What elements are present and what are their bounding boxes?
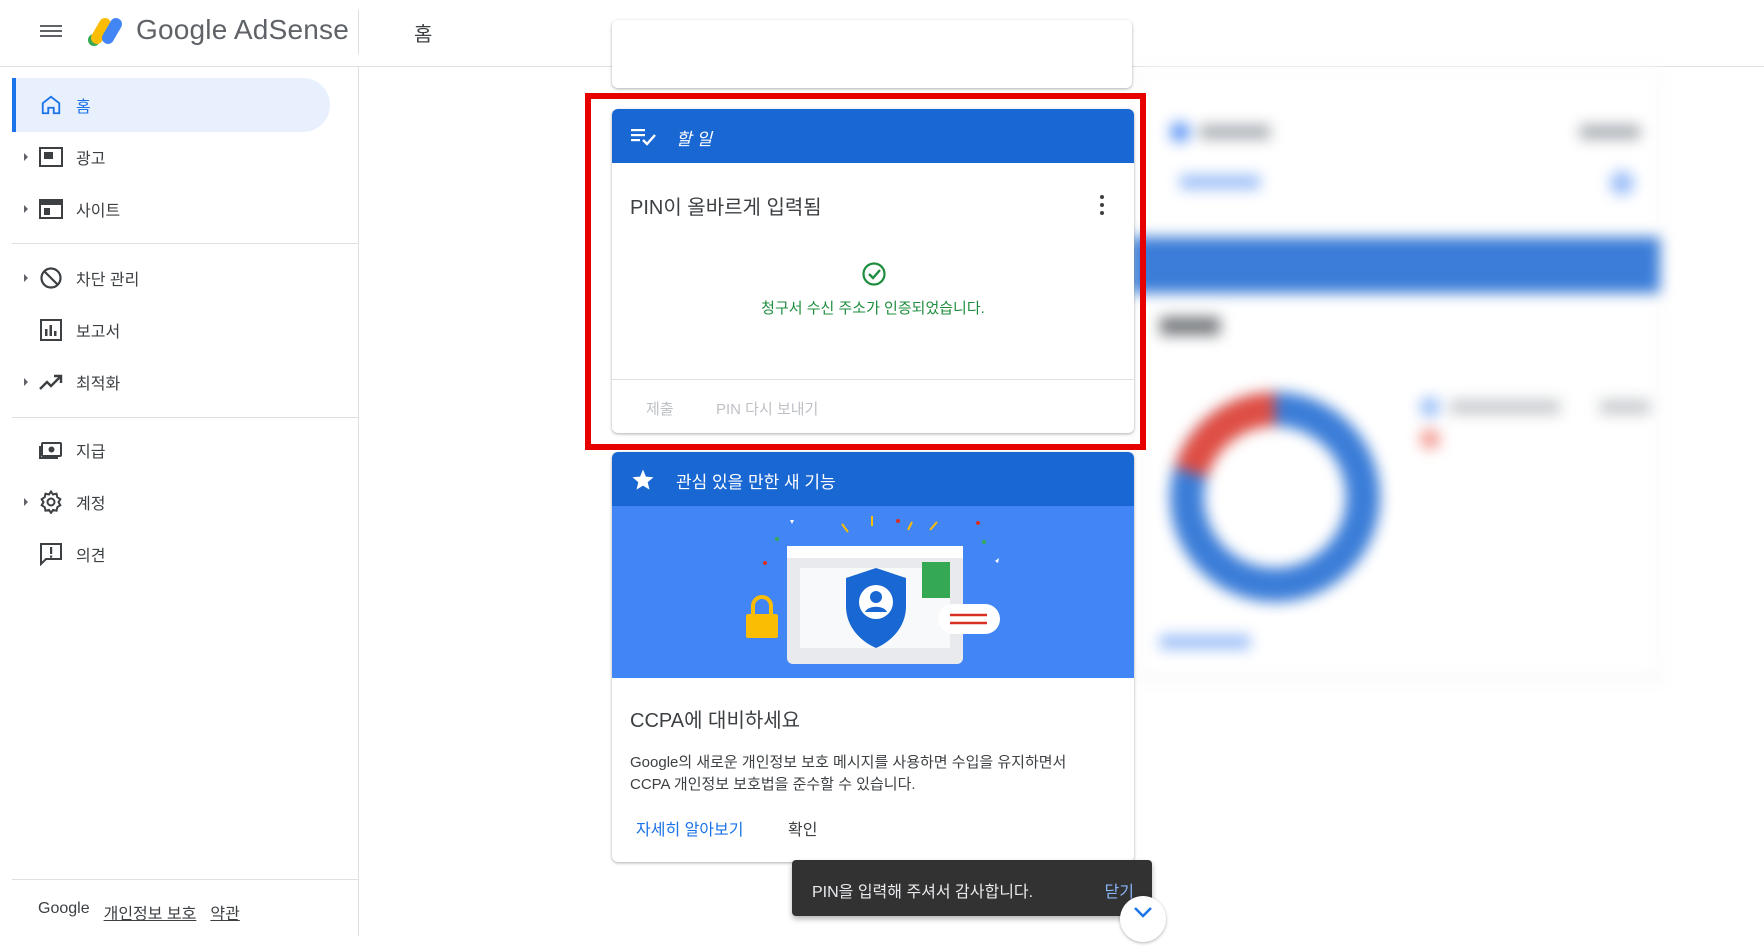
adsense-logo-icon: [88, 18, 122, 46]
sidebar-item-label: 계정: [76, 496, 106, 513]
confirm-button[interactable]: 확인: [788, 816, 817, 840]
ccpa-illustration: [612, 506, 1134, 678]
payments-icon: [38, 437, 64, 463]
ads-icon: [38, 144, 64, 170]
sidebar-item-label: 보고서: [76, 324, 121, 341]
page-title: 홈: [414, 24, 433, 46]
feature-card-header: 관심 있을 만한 새 기능: [612, 452, 1134, 506]
sidebar-item-home[interactable]: 홈: [12, 78, 330, 132]
caret-right-icon: [24, 378, 28, 386]
caret-right-icon: [24, 498, 28, 506]
scroll-down-button[interactable]: [1120, 896, 1166, 942]
sidebar-divider: [12, 879, 358, 880]
partial-card: [612, 20, 1132, 88]
terms-link[interactable]: 약관: [210, 900, 239, 924]
sidebar-item-reports[interactable]: 보고서: [12, 303, 330, 357]
sidebar-item-sites[interactable]: 사이트: [12, 182, 330, 236]
feature-card: 관심 있을 만한 새 기능 CCPA에 대비하세요 Google의 새로운 개인…: [612, 452, 1134, 862]
caret-right-icon: [24, 153, 28, 161]
sidebar-item-ads[interactable]: 광고: [12, 130, 330, 184]
sidebar-footer: Google 개인정보 보호 약관: [38, 900, 240, 924]
learn-more-button[interactable]: 자세히 알아보기: [636, 816, 744, 840]
menu-icon[interactable]: [40, 22, 62, 40]
header-divider: [358, 10, 359, 54]
blurred-dashboard: [1130, 67, 1680, 687]
sidebar-divider: [12, 243, 358, 244]
sidebar-item-account[interactable]: 계정: [12, 475, 330, 529]
sidebar-item-blocking[interactable]: 차단 관리: [12, 251, 330, 305]
ccpa-title: CCPA에 대비하세요: [630, 710, 801, 732]
highlight-box: [585, 93, 1146, 450]
block-icon: [38, 265, 64, 291]
feedback-icon: [38, 541, 64, 567]
star-icon: [632, 469, 654, 490]
sidebar-item-label: 지급: [76, 444, 106, 461]
snackbar: PIN을 입력해 주셔서 감사합니다. 닫기: [792, 860, 1152, 916]
sidebar-item-feedback[interactable]: 의견: [12, 527, 330, 581]
reports-icon: [38, 317, 64, 343]
sidebar-item-payments[interactable]: 지급: [12, 423, 330, 477]
sidebar-item-label: 차단 관리: [76, 272, 140, 289]
caret-right-icon: [24, 205, 28, 213]
chevron-down-icon: [1134, 907, 1152, 918]
feature-card-header-title: 관심 있을 만한 새 기능: [676, 473, 836, 492]
ccpa-description: Google의 새로운 개인정보 보호 메시지를 사용하면 수입을 유지하면서 …: [630, 754, 1067, 793]
sidebar-item-label: 의견: [76, 548, 106, 565]
sidebar-divider: [12, 417, 358, 418]
sidebar-item-label: 사이트: [76, 203, 121, 220]
caret-right-icon: [24, 274, 28, 282]
gear-icon: [38, 489, 64, 515]
trending-up-icon: [38, 369, 64, 395]
brand-name: Google AdSense: [136, 14, 349, 45]
sites-icon: [38, 196, 64, 222]
sidebar-item-label: 홈: [76, 99, 91, 116]
footer-google: Google: [38, 900, 90, 917]
snackbar-message: PIN을 입력해 주셔서 감사합니다.: [812, 884, 1034, 901]
sidebar-item-optimize[interactable]: 최적화: [12, 355, 330, 409]
sidebar: 홈 광고 사이트 차단 관리 보고서 최적화 지급 계정 의견: [0, 67, 359, 936]
privacy-link[interactable]: 개인정보 보호: [104, 900, 197, 924]
sidebar-item-label: 광고: [76, 151, 106, 168]
sidebar-item-label: 최적화: [76, 376, 121, 393]
home-icon: [38, 92, 64, 118]
